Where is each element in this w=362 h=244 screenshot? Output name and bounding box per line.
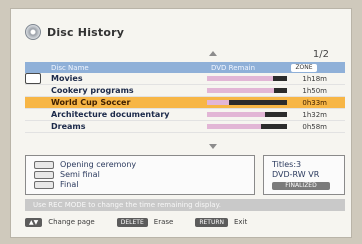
header-disc-name: Disc Name [51,63,89,72]
disc-info: Titles:3 DVD-RW VR FINALIZED [272,160,330,190]
header-zone-badge: ZONE [291,63,317,72]
disc-list: Disc Name DVD Remain ZONE Movies 1h18m C… [25,62,345,133]
return-button[interactable]: RETURN [195,217,228,227]
remain-bar-fill [207,76,273,81]
hint-bar: Use REC MODE to change the time remainin… [25,199,345,211]
disc-name: Cookery programs [51,86,134,95]
remain-bar [207,124,287,129]
chapter-tag-icon [34,181,54,189]
chapter-tag-icon [34,171,54,179]
disc-name: World Cup Soccer [51,98,131,107]
list-item[interactable]: Architecture documentary 1h32m [25,109,345,121]
delete-button[interactable]: DELETE [116,217,148,227]
list-item[interactable]: Cookery programs 1h50m [25,85,345,97]
disc-icon [25,24,41,40]
remain-bar-fill [207,100,230,105]
page-prev-button[interactable]: ▲▼ [25,217,43,227]
chapter-tag-icon [34,161,54,169]
erase-label: Erase [153,218,174,226]
chapter-title: Final [60,180,79,189]
header-dvd-remain: DVD Remain [211,63,256,72]
disc-name: Dreams [51,122,86,131]
remain-bar [207,88,287,93]
remain-time: 0h58m [302,122,327,131]
remain-time: 0h33m [302,98,327,107]
remain-bar-fill [207,112,265,117]
disc-info-panel: Titles:3 DVD-RW VR FINALIZED [263,155,345,195]
change-page-label: Change page [48,218,95,226]
remain-time: 1h50m [302,86,327,95]
remain-bar-fill [207,124,262,129]
finalized-badge: FINALIZED [272,182,330,190]
page-indicator: 1/2 [312,49,329,60]
list-item[interactable]: Movies 1h18m [25,73,345,85]
remain-time: 1h18m [302,74,327,83]
footer-controls: ▲▼ Change page DELETE Erase RETURN Exit [25,215,345,229]
list-header: Disc Name DVD Remain ZONE [25,62,345,73]
exit-label: Exit [234,218,248,226]
chapter-list: Opening ceremony Semi final Final [34,160,136,190]
media-type: DVD-RW VR [272,170,320,179]
chapter-item: Final [34,180,136,190]
titles-count: Titles:3 [272,160,302,169]
chapter-title: Opening ceremony [60,160,137,169]
disc-name: Movies [51,74,83,83]
list-item[interactable]: Dreams 0h58m [25,121,345,133]
disc-name: Architecture documentary [51,110,170,119]
remain-bar [207,100,287,105]
folder-icon [25,73,41,84]
list-item-selected[interactable]: World Cup Soccer 0h33m [25,97,345,109]
chapter-item: Opening ceremony [34,160,136,170]
page-title: Disc History [47,25,125,39]
chapter-title: Semi final [60,170,100,179]
down-arrow-icon[interactable] [209,144,217,149]
up-arrow-icon[interactable] [209,51,217,56]
remain-time: 1h32m [302,110,327,119]
remain-bar [207,76,287,81]
remain-bar [207,112,287,117]
title-row: Disc History [25,21,124,43]
chapters-panel: Opening ceremony Semi final Final [25,155,255,195]
disc-history-screen: Disc History 1/2 Disc Name DVD Remain ZO… [10,8,352,238]
chapter-item: Semi final [34,170,136,180]
remain-bar-fill [207,88,275,93]
